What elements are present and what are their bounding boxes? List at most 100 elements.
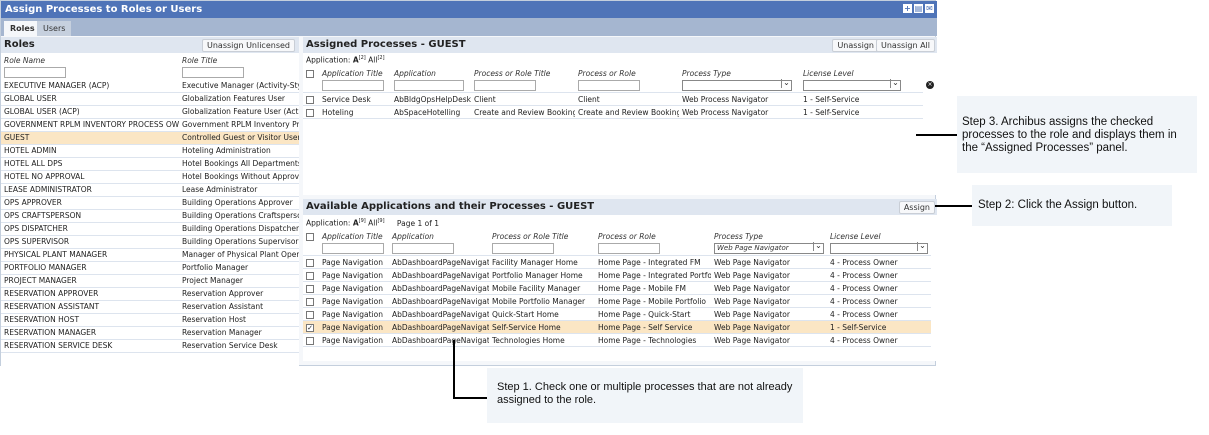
page-indicator: Page 1 of 1 bbox=[396, 218, 440, 228]
filter-input[interactable] bbox=[474, 80, 536, 91]
process-type-select[interactable]: Web Page Navigator bbox=[714, 242, 824, 254]
role-row[interactable]: RESERVATION ASSISTANT Reservation Assista… bbox=[1, 300, 299, 314]
role-row[interactable]: OPS DISPATCHER Building Operations Dispat… bbox=[1, 222, 299, 236]
license-level-select[interactable] bbox=[830, 242, 928, 254]
role-row[interactable]: HOTEL NO APPROVAL Hotel Bookings Without … bbox=[1, 170, 299, 184]
role-row[interactable]: PROJECT MANAGER Project Manager bbox=[1, 274, 299, 288]
license-level-select[interactable] bbox=[803, 79, 901, 91]
assigned-row[interactable]: Service Desk AbBldgOpsHelpDesk Client Clien… bbox=[303, 92, 923, 106]
unassign-button[interactable]: Unassign bbox=[832, 39, 879, 52]
add-icon[interactable]: + bbox=[903, 4, 912, 13]
available-row[interactable]: Page NavigationAbDashboardPageNavigation… bbox=[303, 268, 931, 282]
tab-bar: Roles Users bbox=[1, 18, 937, 36]
role-row[interactable]: LEASE ADMINISTRATOR Lease Administrator bbox=[1, 183, 299, 197]
role-title: Reservation Manager bbox=[179, 326, 299, 340]
row-checkbox[interactable]: ✓ bbox=[306, 323, 314, 332]
select-all-checkbox[interactable] bbox=[306, 69, 314, 78]
available-row[interactable]: Page NavigationAbDashboardPageNavigation… bbox=[303, 255, 931, 269]
role-row[interactable]: RESERVATION APPROVER Reservation Approver bbox=[1, 287, 299, 301]
step1-connector bbox=[453, 397, 487, 399]
row-checkbox[interactable] bbox=[306, 271, 314, 280]
step2-connector bbox=[935, 205, 972, 207]
row-checkbox[interactable] bbox=[306, 258, 314, 267]
select-all-checkbox[interactable] bbox=[306, 232, 314, 241]
col-header[interactable]: Application bbox=[389, 230, 489, 242]
col-header[interactable]: Application Title bbox=[319, 230, 389, 242]
cell: Page Navigation bbox=[319, 307, 389, 321]
filter-input[interactable] bbox=[598, 243, 660, 254]
role-row[interactable]: OPS SUPERVISOR Building Operations Superv… bbox=[1, 235, 299, 249]
role-row[interactable]: HOTEL ADMIN Hoteling Administration bbox=[1, 144, 299, 158]
col-header[interactable]: Process or Role Title bbox=[471, 67, 575, 79]
available-row[interactable]: Page NavigationAbDashboardPageNavigation… bbox=[303, 294, 931, 308]
role-name: PORTFOLIO MANAGER bbox=[1, 261, 179, 275]
print-icon[interactable]: ▤ bbox=[914, 4, 923, 13]
col-header[interactable]: Process or Role bbox=[595, 230, 711, 242]
role-row[interactable]: GUEST Controlled Guest or Visitor Users bbox=[1, 131, 299, 145]
row-checkbox[interactable] bbox=[306, 95, 314, 104]
role-title: Project Manager bbox=[179, 274, 299, 288]
cell: Client bbox=[575, 92, 679, 106]
role-name: OPS SUPERVISOR bbox=[1, 235, 179, 249]
role-name: OPS DISPATCHER bbox=[1, 222, 179, 236]
role-row[interactable]: PORTFOLIO MANAGER Portfolio Manager bbox=[1, 261, 299, 275]
available-row[interactable]: Page NavigationAbDashboardPageNavigation… bbox=[303, 333, 931, 347]
filter-input[interactable] bbox=[492, 243, 554, 254]
role-row[interactable]: EXECUTIVE MANAGER (ACP) Executive Manager… bbox=[1, 79, 299, 93]
col-role-name[interactable]: Role Name bbox=[1, 54, 179, 66]
cell: Web Page Navigator bbox=[711, 320, 827, 334]
unassign-unlicensed-button[interactable]: Unassign Unlicensed bbox=[201, 39, 295, 52]
available-row[interactable]: ✓ Page NavigationAbDashboardPageNavigatio… bbox=[303, 320, 931, 334]
role-row[interactable]: GLOBAL USER (ACP) Globalization Feature U… bbox=[1, 105, 299, 119]
role-title: Manager of Physical Plant Operati bbox=[179, 248, 299, 262]
col-header[interactable]: Process or Role bbox=[575, 67, 679, 79]
email-icon[interactable]: ✉ bbox=[925, 4, 934, 13]
filter-all-count: [9] bbox=[377, 218, 385, 224]
role-row[interactable]: PHYSICAL PLANT MANAGER Manager of Physica… bbox=[1, 248, 299, 262]
col-header[interactable]: Application bbox=[391, 67, 471, 79]
filter-input[interactable] bbox=[578, 80, 640, 91]
col-header[interactable]: Process or Role Title bbox=[489, 230, 595, 242]
col-header[interactable]: License Level bbox=[800, 67, 923, 79]
role-row[interactable]: OPS CRAFTSPERSON Building Operations Craf… bbox=[1, 209, 299, 223]
role-row[interactable]: OPS APPROVER Building Operations Approver bbox=[1, 196, 299, 210]
assign-button[interactable]: Assign bbox=[898, 201, 935, 214]
role-name: GOVERNMENT RPLM INVENTORY PROCESS OWNER bbox=[1, 118, 179, 132]
process-type-select[interactable] bbox=[682, 79, 792, 91]
col-header[interactable]: Process Type bbox=[711, 230, 827, 242]
cell: Page Navigation bbox=[319, 268, 389, 282]
role-title-filter[interactable] bbox=[182, 67, 244, 78]
row-checkbox[interactable] bbox=[306, 108, 314, 117]
filter-input[interactable] bbox=[322, 243, 384, 254]
available-row[interactable]: Page NavigationAbDashboardPageNavigation… bbox=[303, 281, 931, 295]
tab-users[interactable]: Users bbox=[37, 21, 72, 36]
cell: 1 - Self-Service bbox=[800, 105, 923, 119]
col-header[interactable]: Application Title bbox=[319, 67, 391, 79]
col-role-title[interactable]: Role Title bbox=[179, 54, 299, 66]
filter-input[interactable] bbox=[392, 243, 454, 254]
row-checkbox[interactable] bbox=[306, 310, 314, 319]
role-row[interactable]: RESERVATION MANAGER Reservation Manager bbox=[1, 326, 299, 340]
filter-input[interactable] bbox=[322, 80, 384, 91]
row-checkbox[interactable] bbox=[306, 284, 314, 293]
role-row[interactable]: RESERVATION SERVICE DESK Reservation Serv… bbox=[1, 339, 299, 353]
role-name-filter[interactable] bbox=[4, 67, 66, 78]
assigned-row[interactable]: Hoteling AbSpaceHotelling Create and Revie… bbox=[303, 105, 923, 119]
role-name: PHYSICAL PLANT MANAGER bbox=[1, 248, 179, 262]
cell: Hoteling bbox=[319, 105, 391, 119]
role-row[interactable]: GLOBAL USER Globalization Features User bbox=[1, 92, 299, 106]
role-row[interactable]: RESERVATION HOST Reservation Host bbox=[1, 313, 299, 327]
role-row[interactable]: HOTEL ALL DPS Hotel Bookings All Departme… bbox=[1, 157, 299, 171]
row-checkbox[interactable] bbox=[306, 336, 314, 345]
role-row[interactable]: GOVERNMENT RPLM INVENTORY PROCESS OWNER G… bbox=[1, 118, 299, 132]
unassign-all-button[interactable]: Unassign All bbox=[876, 39, 935, 52]
row-checkbox[interactable] bbox=[306, 297, 314, 306]
col-header[interactable]: License Level bbox=[827, 230, 931, 242]
cell: Mobile Facility Manager bbox=[489, 281, 595, 295]
clear-filter-icon[interactable]: × bbox=[926, 81, 934, 89]
available-row[interactable]: Page NavigationAbDashboardPageNavigation… bbox=[303, 307, 931, 321]
role-title: Reservation Host bbox=[179, 313, 299, 327]
tab-roles[interactable]: Roles bbox=[4, 21, 41, 36]
filter-input[interactable] bbox=[394, 80, 464, 91]
col-header[interactable]: Process Type bbox=[679, 67, 800, 79]
